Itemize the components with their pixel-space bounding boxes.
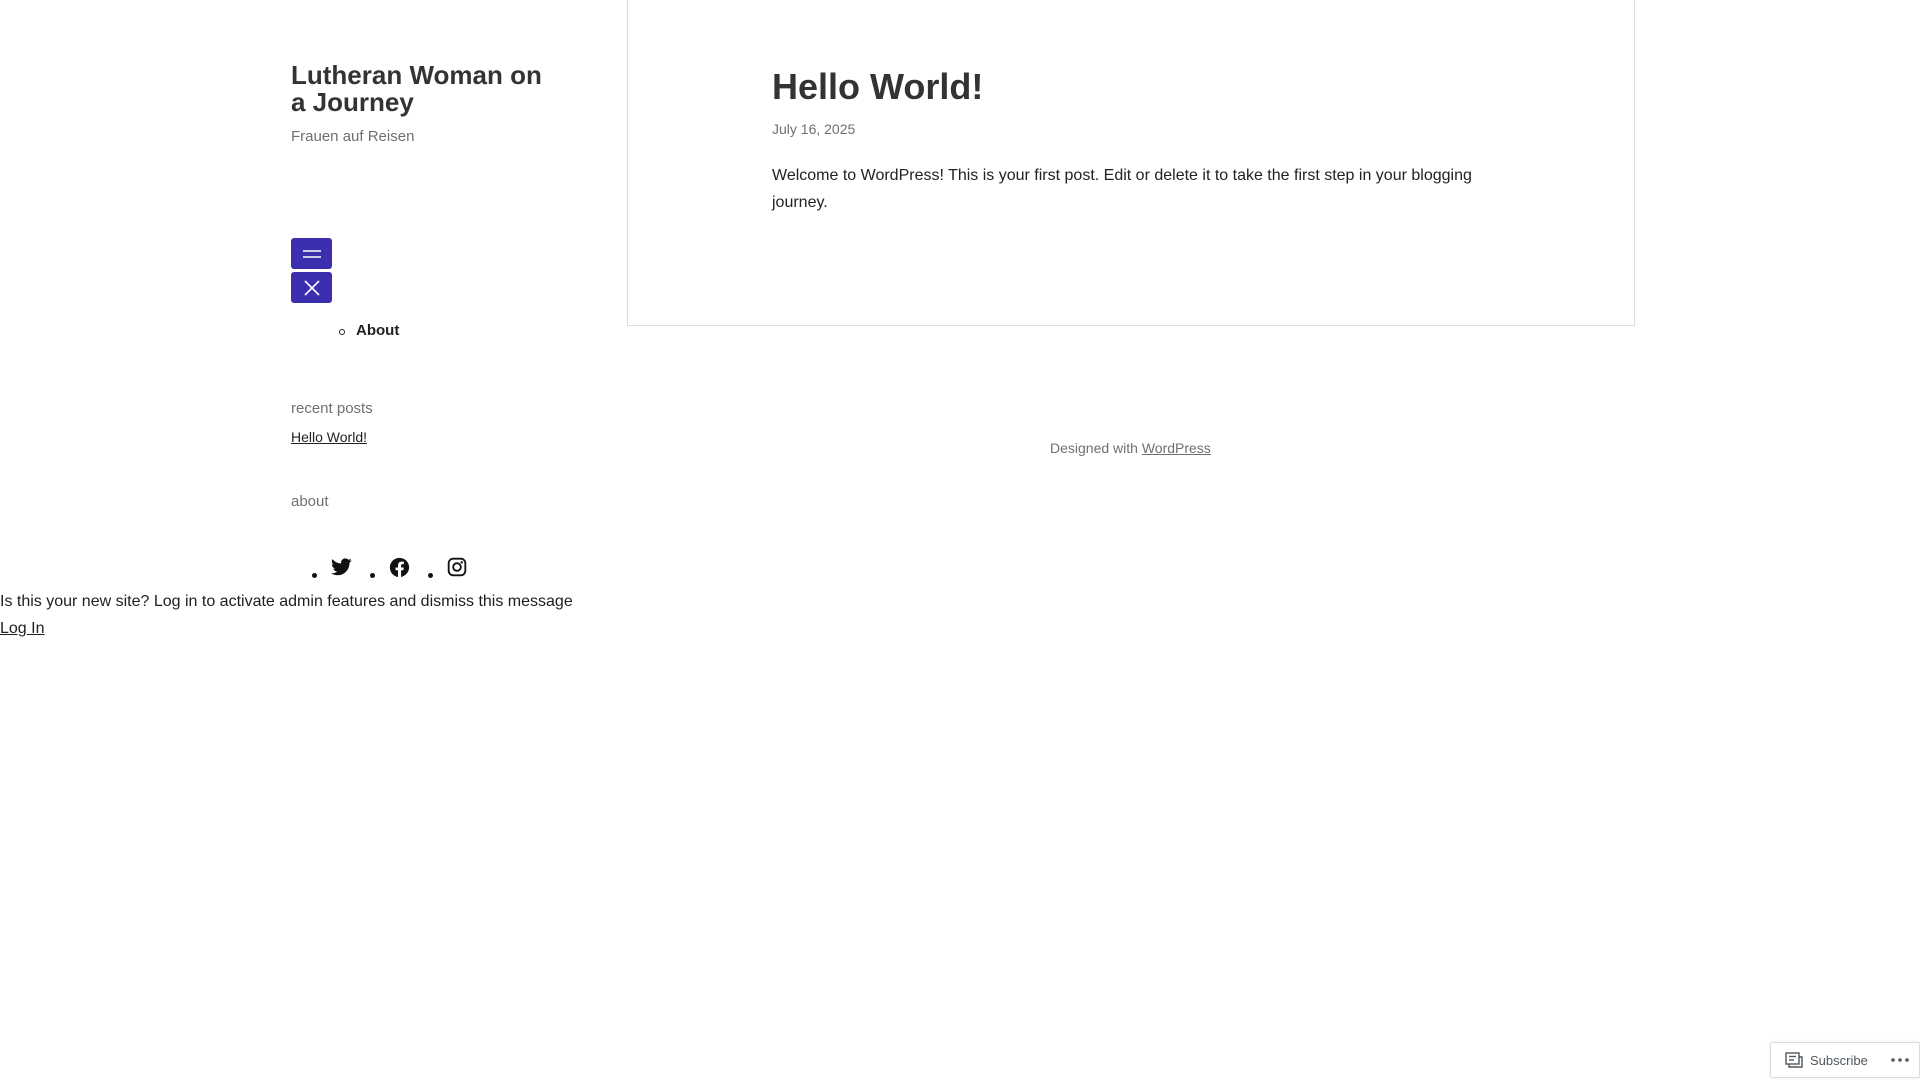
more-options-button[interactable] — [1891, 1058, 1909, 1062]
list-bullet — [370, 572, 375, 578]
post-date[interactable]: July 16, 2025 — [772, 121, 855, 137]
page: Lutheran Woman on a Journey Frauen auf R… — [0, 0, 1920, 1080]
post-body: Welcome to WordPress! This is your first… — [772, 167, 1472, 211]
footer-credit: Designed with WordPress — [1050, 440, 1211, 456]
reader-icon — [1785, 1052, 1803, 1068]
site-title[interactable]: Lutheran Woman on a Journey — [291, 62, 561, 116]
recent-post-link[interactable]: Hello World! — [291, 429, 367, 445]
list-bullet — [312, 572, 317, 578]
admin-notice-message: Is this your new site? Log in to activat… — [0, 593, 573, 610]
wordpress-link[interactable]: WordPress — [1142, 440, 1211, 456]
recent-posts-heading: recent posts — [291, 400, 373, 417]
facebook-icon — [389, 557, 409, 577]
menu-item-about[interactable]: About — [338, 322, 399, 339]
instagram-icon — [447, 557, 467, 577]
post-title[interactable]: Hello World! — [772, 66, 983, 108]
login-link[interactable]: Log In — [0, 615, 44, 642]
social-links — [312, 555, 486, 579]
facebook-link[interactable] — [387, 555, 411, 579]
twitter-icon — [330, 558, 352, 576]
menu-close-button[interactable] — [291, 272, 332, 303]
site-tagline: Frauen auf Reisen — [291, 128, 415, 145]
credit-prefix: Designed with — [1050, 440, 1138, 456]
hamburger-icon — [302, 249, 321, 258]
post-card: Hello World! July 16, 2025 Welcome to Wo… — [627, 0, 1635, 326]
admin-notice: Is this your new site? Log in to activat… — [0, 588, 573, 642]
ellipsis-icon — [1891, 1058, 1909, 1062]
subscribe-label: Subscribe — [1810, 1052, 1868, 1068]
about-heading: about — [291, 493, 329, 510]
close-icon — [303, 279, 320, 296]
menu-open-button[interactable] — [291, 238, 332, 269]
instagram-link[interactable] — [445, 555, 469, 579]
twitter-link[interactable] — [329, 555, 353, 579]
list-bullet — [428, 572, 433, 578]
subscribe-button[interactable]: Subscribe — [1771, 1043, 1868, 1077]
primary-menu: About — [338, 322, 399, 339]
subscribe-bar: Subscribe — [1770, 1042, 1920, 1078]
